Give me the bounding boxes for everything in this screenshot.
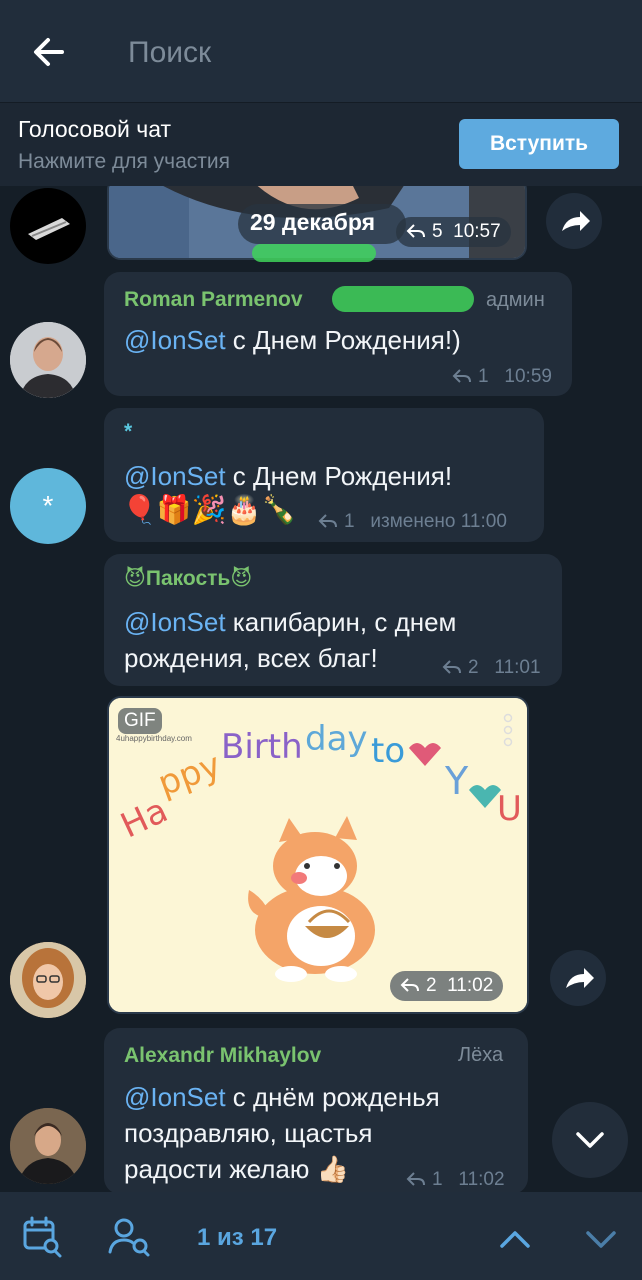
message-text: @IonSet с днём рожденья: [124, 1082, 440, 1112]
message-text-line: поздравляю, щастья: [124, 1118, 373, 1148]
sender-name[interactable]: Roman Parmenov: [124, 288, 303, 312]
forward-button[interactable]: [550, 950, 606, 1006]
mention-link[interactable]: @IonSet: [124, 607, 226, 637]
redacted-mark: [332, 286, 474, 312]
reply-count-icon: [452, 369, 471, 383]
message-time: 11:02: [447, 975, 494, 996]
back-button[interactable]: [26, 30, 72, 74]
chevron-down-icon: [586, 1231, 616, 1248]
gif-watermark: 4uhappybirthday.com: [116, 734, 192, 743]
avatar[interactable]: [10, 188, 86, 264]
mention-link[interactable]: @IonSet: [124, 325, 226, 355]
reply-count: 1: [432, 1169, 443, 1190]
message-time: 10:59: [504, 366, 552, 387]
reply-count: 1: [478, 366, 489, 387]
share-icon: [566, 968, 594, 988]
avatar[interactable]: [10, 322, 86, 398]
avatar[interactable]: *: [10, 468, 86, 544]
photo-meta: 5 10:57: [396, 217, 511, 247]
gif-badge: GIF: [118, 708, 162, 734]
user-search-button[interactable]: [106, 1216, 152, 1258]
message-text: @IonSet с Днем Рождения!: [124, 461, 453, 491]
search-navigation-bar: [0, 1192, 642, 1280]
search-result-counter: 1 из 17: [197, 1224, 278, 1251]
join-voice-chat-button[interactable]: Вступить: [459, 119, 619, 169]
voice-chat-subtitle: Нажмите для участия: [18, 150, 231, 173]
svg-text:to: to: [371, 731, 405, 771]
reply-count-icon: [406, 224, 425, 238]
sender-title: Лёха: [458, 1044, 504, 1066]
admin-badge: админ: [486, 289, 545, 311]
reply-count-icon: [400, 978, 419, 992]
arrow-left-icon: [34, 38, 64, 66]
message-meta: 1 10:59: [452, 366, 552, 388]
message-time: 11:02: [458, 1169, 505, 1190]
next-result-button[interactable]: [580, 1218, 622, 1258]
avatar[interactable]: [10, 942, 86, 1018]
calendar-search-icon: [23, 1216, 62, 1258]
chevron-down-icon: [576, 1132, 604, 1148]
gif-message[interactable]: Ha ppy Birth day to Y U!: [107, 696, 529, 1014]
reply-count: 1: [344, 511, 355, 532]
scroll-down-button[interactable]: [552, 1102, 628, 1178]
user-search-icon: [108, 1218, 150, 1257]
message-time: 10:57: [453, 221, 501, 242]
message-meta: 2 11:01: [442, 657, 541, 679]
message-time: 11:01: [494, 657, 541, 678]
svg-text:day: day: [305, 719, 368, 759]
message-text-line: рождения, всех благ!: [124, 643, 378, 673]
more-options-icon[interactable]: [502, 712, 514, 748]
sender-name[interactable]: Alexandr Mikhaylov: [124, 1044, 321, 1068]
forward-button[interactable]: [546, 193, 602, 249]
svg-text:Y: Y: [444, 759, 469, 803]
date-badge-text: 29 декабря: [250, 209, 376, 235]
reply-count-icon: [442, 660, 461, 674]
reply-count-icon: [406, 1172, 425, 1186]
sender-name[interactable]: *: [124, 420, 132, 444]
svg-text:Birth: Birth: [221, 727, 303, 767]
chat-messages[interactable]: 29 декабря 5 10:57 Roman Parmenov админ …: [0, 186, 642, 1192]
reply-count: 5: [432, 221, 443, 242]
svg-text:U!: U!: [497, 789, 529, 829]
sender-name[interactable]: 😈Пакость😈: [124, 566, 252, 591]
calendar-search-button[interactable]: [22, 1216, 64, 1258]
message-text: @IonSet с Днем Рождения!): [124, 325, 461, 355]
voice-chat-title: Голосовой чат: [18, 116, 172, 142]
gif-meta: 2 11:02: [390, 971, 504, 1001]
message-text-line: радости желаю 👍🏻: [124, 1154, 349, 1184]
message-meta: 1 11:02: [406, 1169, 505, 1191]
avatar[interactable]: [10, 1108, 86, 1184]
search-input[interactable]: [128, 30, 608, 76]
emoji-row: 🎈🎁🎉🎂🍾: [122, 494, 297, 525]
reply-count: 2: [468, 657, 479, 678]
redacted-mark: [252, 244, 376, 262]
message-time: изменено 11:00: [370, 511, 507, 532]
previous-result-button[interactable]: [494, 1218, 536, 1258]
mention-link[interactable]: @IonSet: [124, 1082, 226, 1112]
avatar-letter: *: [42, 490, 54, 521]
chevron-up-icon: [500, 1231, 530, 1248]
reply-count: 2: [426, 975, 437, 996]
reply-count-icon: [318, 514, 337, 528]
share-icon: [562, 211, 590, 231]
message-meta: 1 изменено 11:00: [318, 511, 507, 533]
mention-link[interactable]: @IonSet: [124, 461, 226, 491]
message-text: @IonSet капибарин, с днем: [124, 607, 457, 637]
